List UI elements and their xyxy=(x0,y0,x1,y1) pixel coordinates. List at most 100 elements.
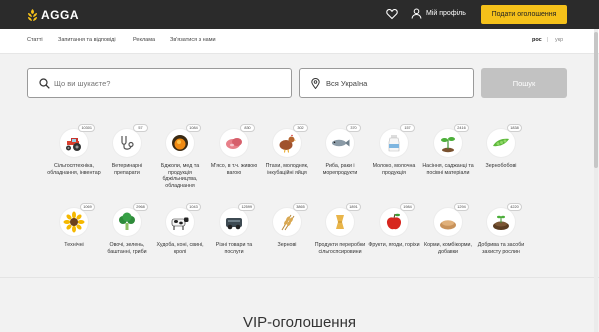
category-label: Бджоли, мед та продукція бджільництва, о… xyxy=(160,163,200,189)
feed-icon xyxy=(440,220,456,230)
category-label: Добрива та засоби захисту рослин xyxy=(477,242,525,255)
peas-icon xyxy=(493,138,509,147)
category-count-badge: 1043 xyxy=(186,203,201,211)
category-dairy[interactable]: 157 Молоко, молочна продукція xyxy=(366,124,422,176)
nav-link-qa[interactable]: Запитання та відповіді xyxy=(58,37,116,43)
category-icon-circle: 1069 xyxy=(60,203,95,236)
category-count-badge: 1838 xyxy=(507,124,522,132)
profile-link[interactable]: Мій профіль xyxy=(411,8,466,19)
profile-label: Мій профіль xyxy=(426,10,466,17)
category-fertilizers[interactable]: 4220 Добрива та засоби захисту рослин xyxy=(473,203,529,255)
category-bees-honey[interactable]: 1084 Бджоли, мед та продукція бджільницт… xyxy=(152,124,208,189)
vip-section-title: VIP-оголошення xyxy=(243,314,356,331)
category-processed-products[interactable]: 1891 Продукти переробки сільгоспсировини xyxy=(312,203,368,255)
category-count-badge: 12599 xyxy=(238,203,255,211)
category-count-badge: 302 xyxy=(293,124,308,132)
location-pin-icon xyxy=(311,78,320,89)
nav-link-contact[interactable]: Зв'язатися з нами xyxy=(170,37,216,43)
category-icon-circle: 3865 xyxy=(273,203,308,236)
category-label: Насіння, саджанці та посівні матеріали xyxy=(422,163,474,176)
user-icon xyxy=(411,8,422,19)
nav-link-advertising[interactable]: Реклама xyxy=(133,37,155,43)
services-icon xyxy=(226,218,242,230)
category-icon-circle: 12599 xyxy=(220,203,255,236)
search-button[interactable]: Пошук xyxy=(481,68,567,98)
category-fish[interactable]: 370 Риба, раки і морепродукти xyxy=(312,124,368,176)
category-count-badge: 830 xyxy=(240,124,255,132)
milk-icon xyxy=(388,135,400,152)
search-input[interactable] xyxy=(54,76,284,91)
broccoli-icon xyxy=(119,212,135,230)
scrollbar-thumb[interactable] xyxy=(594,32,598,168)
secondary-nav: Статті Запитання та відповіді Реклама Зв… xyxy=(0,29,599,54)
category-label: Риба, раки і морепродукти xyxy=(322,163,358,176)
category-count-badge: 157 xyxy=(400,124,415,132)
search-field[interactable] xyxy=(27,68,292,98)
category-icon-circle: 2416 xyxy=(434,124,469,157)
category-misc-services[interactable]: 12599 Різні товари та послуги xyxy=(206,203,262,255)
pasta-icon xyxy=(336,215,344,229)
category-label: Різні товари та послуги xyxy=(215,242,253,255)
category-label: Сільгосптехніка, обладнання, інвентар xyxy=(47,163,101,176)
chicken-icon xyxy=(279,134,296,153)
post-ad-button[interactable]: Подати оголошення xyxy=(481,5,567,24)
category-icon-circle: 1838 xyxy=(487,124,522,157)
category-label: Фрукти, ягоди, горіхи xyxy=(368,242,420,248)
category-label: Корми, комбікорми, добавки xyxy=(424,242,472,255)
category-count-badge: 370 xyxy=(346,124,361,132)
category-icon-circle: 1084 xyxy=(166,124,201,157)
nav-link-articles[interactable]: Статті xyxy=(27,37,43,43)
category-label: Молоко, молочна продукція xyxy=(372,163,416,176)
logo[interactable]: AGGA xyxy=(27,8,79,22)
category-label: Ветеринарні препарати xyxy=(111,163,143,176)
category-count-badge: 1984 xyxy=(400,203,415,211)
category-count-badge: 1084 xyxy=(186,124,201,132)
tractor-icon xyxy=(66,138,81,151)
category-icon-circle: 157 xyxy=(380,124,415,157)
cow-icon xyxy=(171,217,189,230)
top-bar: AGGA Мій профіль Подати оголошення xyxy=(0,0,599,29)
category-icon-circle: 1043 xyxy=(166,203,201,236)
category-icon-circle: 1984 xyxy=(380,203,415,236)
category-poultry[interactable]: 302 Птахи, молодняк, інкубаційні яйця xyxy=(259,124,315,176)
category-vet-drugs[interactable]: 57 Ветеринарні препарати xyxy=(99,124,155,176)
category-label: М'ясо, в т.ч. живою вагою xyxy=(210,163,258,176)
language-separator: | xyxy=(547,37,549,43)
category-count-badge: 3865 xyxy=(293,203,308,211)
category-icon-circle: 57 xyxy=(113,124,148,157)
language-ru[interactable]: рос xyxy=(532,37,542,43)
category-icon-circle: 1294 xyxy=(434,203,469,236)
category-technical-crops[interactable]: 1069 Технічні xyxy=(46,203,102,249)
category-seeds[interactable]: 2416 Насіння, саджанці та посівні матері… xyxy=(420,124,476,176)
region-label: Вся Україна xyxy=(326,79,368,88)
category-legumes[interactable]: 1838 Зернобобові xyxy=(473,124,529,170)
wheat-logo-icon xyxy=(28,8,37,21)
category-count-badge: 1891 xyxy=(346,203,361,211)
category-feed[interactable]: 1294 Корми, комбікорми, добавки xyxy=(420,203,476,255)
logo-text: AGGA xyxy=(41,8,79,22)
category-count-badge: 1069 xyxy=(80,203,95,211)
search-icon xyxy=(39,78,50,89)
wheat-icon xyxy=(281,214,295,231)
category-grains[interactable]: 3865 Зернові xyxy=(259,203,315,249)
category-vegetables[interactable]: 2968 Овочі, зелень, баштанні, гриби xyxy=(99,203,155,255)
region-select[interactable]: Вся Україна xyxy=(299,68,474,98)
category-count-badge: 1294 xyxy=(454,203,469,211)
fish-icon xyxy=(332,139,350,147)
category-fruits[interactable]: 1984 Фрукти, ягоди, горіхи xyxy=(366,203,422,249)
category-livestock[interactable]: 1043 Худоба, коні, свині, кролі xyxy=(152,203,208,255)
favorites-heart-icon[interactable] xyxy=(386,8,398,20)
category-meat[interactable]: 830 М'ясо, в т.ч. живою вагою xyxy=(206,124,262,176)
category-icon-circle: 370 xyxy=(326,124,361,157)
language-uk[interactable]: укр xyxy=(555,37,563,43)
section-divider xyxy=(0,277,599,278)
honey-icon xyxy=(172,135,188,151)
category-agri-machinery[interactable]: 10301 Сільгосптехніка, обладнання, інвен… xyxy=(46,124,102,176)
meat-icon xyxy=(226,138,242,149)
category-count-badge: 2416 xyxy=(454,124,469,132)
category-label: Птахи, молодняк, інкубаційні яйця xyxy=(265,163,309,176)
category-label: Зернобобові xyxy=(485,163,517,169)
category-count-badge: 57 xyxy=(133,124,148,132)
apple-icon xyxy=(386,213,402,230)
category-icon-circle: 830 xyxy=(220,124,255,157)
